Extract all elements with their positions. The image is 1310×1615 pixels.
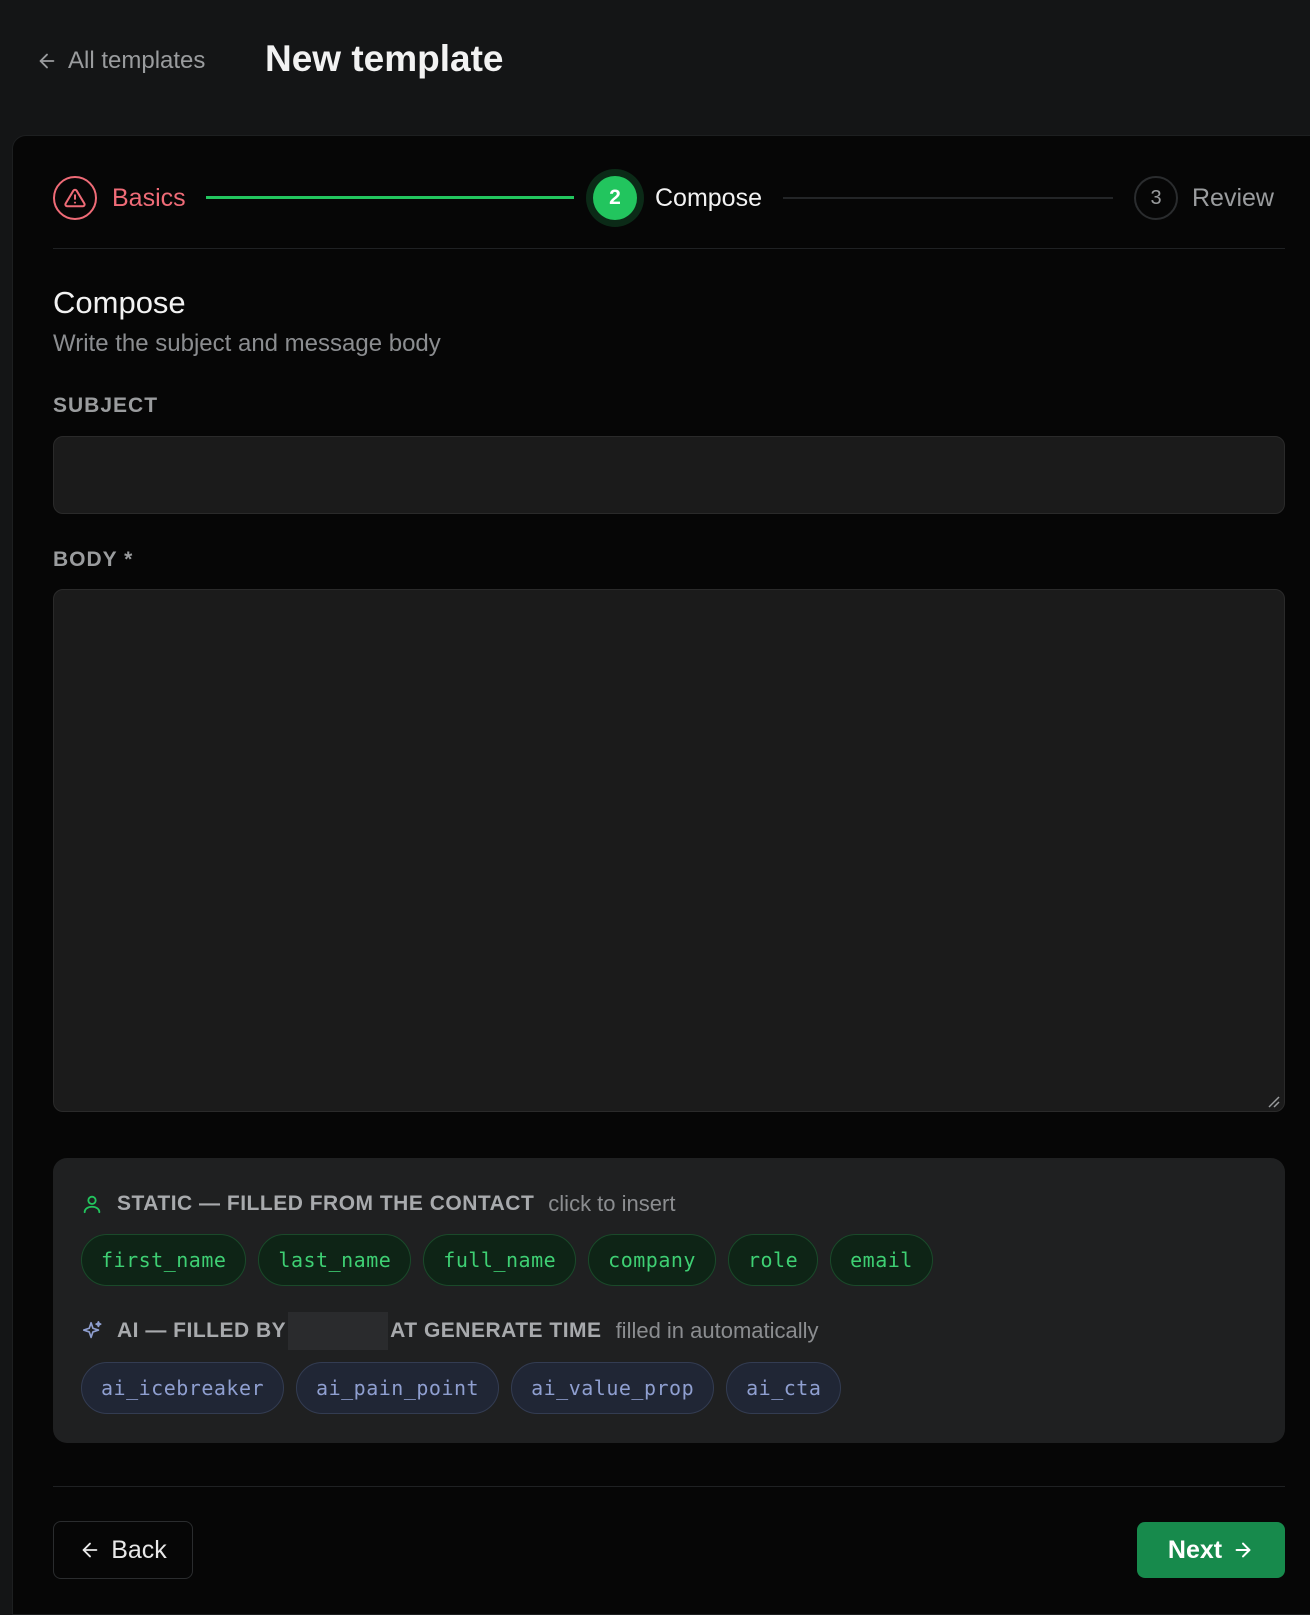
- chip-email[interactable]: email: [830, 1234, 933, 1286]
- chip-last-name[interactable]: last_name: [258, 1234, 412, 1286]
- chip-role[interactable]: role: [727, 1234, 819, 1286]
- wizard-card: Basics 2 Compose 3 Review Compose Write …: [12, 135, 1310, 1615]
- ai-chip-list: ai_icebreaker ai_pain_point ai_value_pro…: [81, 1362, 842, 1414]
- back-button-label: Back: [111, 1535, 167, 1564]
- chip-company[interactable]: company: [588, 1234, 716, 1286]
- section-title: Compose: [53, 285, 186, 320]
- ai-vars-hint: filled in automatically: [615, 1318, 819, 1343]
- step-connector-complete: [206, 196, 574, 199]
- step-basics-label: Basics: [112, 183, 186, 212]
- step-basics[interactable]: Basics: [53, 176, 186, 220]
- step-basics-status: [53, 176, 97, 220]
- stepper-divider: [53, 248, 1285, 249]
- top-bar: All templates New template: [0, 0, 1310, 135]
- static-vars-title: STATIC — FILLED FROM THE CONTACT: [117, 1192, 535, 1215]
- subject-input[interactable]: [53, 436, 1285, 514]
- step-review-label: Review: [1192, 183, 1274, 212]
- chip-ai-icebreaker[interactable]: ai_icebreaker: [81, 1362, 285, 1414]
- chip-ai-value-prop[interactable]: ai_value_prop: [511, 1362, 715, 1414]
- static-vars-hint: click to insert: [548, 1191, 676, 1216]
- chip-full-name[interactable]: full_name: [423, 1234, 577, 1286]
- step-compose-label: Compose: [655, 183, 762, 212]
- resize-handle-icon[interactable]: [1266, 1094, 1280, 1108]
- chip-ai-pain-point[interactable]: ai_pain_point: [296, 1362, 500, 1414]
- step-connector-pending: [783, 197, 1113, 199]
- chip-first-name[interactable]: first_name: [81, 1234, 247, 1286]
- warning-icon: [64, 188, 86, 208]
- all-templates-link[interactable]: All templates: [36, 46, 205, 76]
- next-button[interactable]: Next: [1137, 1522, 1285, 1578]
- section-subtitle: Write the subject and message body: [53, 330, 441, 357]
- arrow-left-icon: [39, 53, 55, 69]
- subject-label: SUBJECT: [53, 394, 159, 417]
- sparkle-icon: [82, 1321, 102, 1339]
- variables-panel: STATIC — FILLED FROM THE CONTACT click t…: [53, 1158, 1285, 1443]
- ai-vars-header: AI — FILLED BY AT GENERATE TIME filled i…: [81, 1312, 819, 1350]
- user-icon: [83, 1195, 101, 1214]
- chip-ai-cta[interactable]: ai_cta: [726, 1362, 842, 1414]
- step-review[interactable]: 3 Review: [1134, 176, 1274, 220]
- static-chip-list: first_name last_name full_name company r…: [81, 1234, 933, 1286]
- step-review-number: 3: [1134, 176, 1178, 220]
- body-textarea[interactable]: [53, 589, 1285, 1112]
- back-button[interactable]: Back: [53, 1521, 193, 1579]
- step-compose[interactable]: 2 Compose: [586, 169, 762, 227]
- arrow-left-icon: [82, 1542, 98, 1558]
- redacted-block: [288, 1312, 389, 1350]
- all-templates-label: All templates: [68, 47, 206, 74]
- ai-vars-title-start: AI — FILLED BY: [117, 1319, 287, 1342]
- ai-vars-title-end: AT GENERATE TIME: [390, 1319, 602, 1342]
- step-compose-ring: 2: [586, 169, 644, 227]
- footer-divider: [53, 1486, 1285, 1487]
- static-vars-header: STATIC — FILLED FROM THE CONTACT click t…: [81, 1189, 675, 1219]
- body-label: BODY *: [53, 548, 134, 571]
- step-compose-number: 2: [593, 176, 637, 220]
- page-title: New template: [265, 38, 504, 79]
- next-button-label: Next: [1167, 1535, 1223, 1564]
- arrow-right-icon: [1235, 1542, 1251, 1558]
